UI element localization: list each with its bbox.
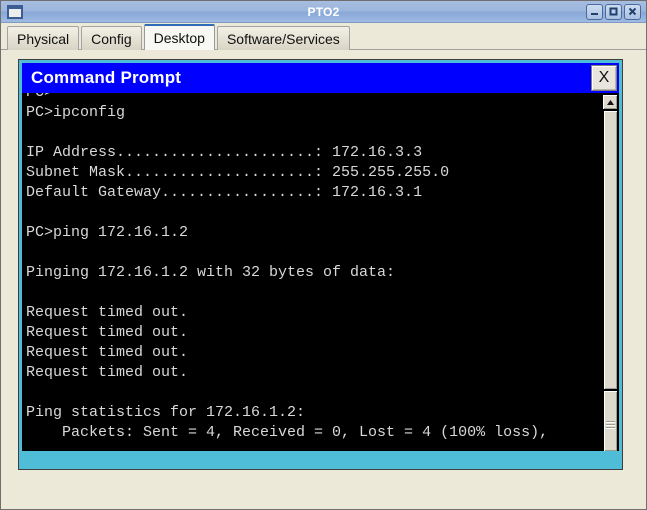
command-prompt-body: PC>PC>ipconfig IP Address................… <box>22 93 619 451</box>
application-window: PTO2 Physical Config Desktop Software/Se… <box>0 0 647 510</box>
tab-desktop-label: Desktop <box>153 30 205 46</box>
terminal-line: Default Gateway.................: 172.16… <box>26 184 423 201</box>
tab-strip: Physical Config Desktop Software/Service… <box>1 23 646 50</box>
minimize-icon <box>591 13 598 15</box>
close-x-label: X <box>598 69 610 86</box>
scrollbar-track-upper[interactable] <box>603 110 618 390</box>
tab-software-services-label: Software/Services <box>226 30 340 47</box>
title-bar: PTO2 <box>1 1 646 23</box>
terminal-output[interactable]: PC>PC>ipconfig IP Address................… <box>22 93 602 441</box>
tab-desktop[interactable]: Desktop <box>143 24 215 50</box>
command-prompt-close-button[interactable]: X <box>591 65 617 91</box>
tab-physical[interactable]: Physical <box>7 26 80 50</box>
command-prompt-window: Command Prompt X PC>PC>ipconfig IP Addres… <box>18 59 623 470</box>
terminal-line: PC>ipconfig <box>26 104 126 121</box>
close-button[interactable] <box>624 3 641 20</box>
scroll-up-button[interactable] <box>602 94 618 110</box>
scrollbar-thumb[interactable] <box>603 390 618 451</box>
scrollbar-track[interactable] <box>602 110 618 451</box>
terminal-line: Request timed out. <box>26 324 189 341</box>
maximize-button[interactable] <box>605 3 622 20</box>
tab-config[interactable]: Config <box>81 26 142 50</box>
close-icon <box>628 7 637 16</box>
terminal-line: PC>ping 172.16.1.2 <box>26 224 189 241</box>
command-prompt-titlebar: Command Prompt X <box>22 63 619 93</box>
terminal-line: Ping statistics for 172.16.1.2: <box>26 404 306 421</box>
minimize-button[interactable] <box>586 3 603 20</box>
window-title: PTO2 <box>307 4 340 19</box>
terminal-line: Pinging 172.16.1.2 with 32 bytes of data… <box>26 264 396 281</box>
terminal-line: Request timed out. <box>26 344 189 361</box>
maximize-icon <box>609 7 618 16</box>
desktop-panel: Command Prompt X PC>PC>ipconfig IP Addres… <box>1 50 646 509</box>
terminal-line: Packets: Sent = 4, Received = 0, Lost = … <box>26 424 549 441</box>
terminal-line: IP Address......................: 172.16… <box>26 144 423 161</box>
terminal-scrollbar[interactable] <box>602 93 619 451</box>
tab-physical-label: Physical <box>17 30 70 47</box>
command-prompt-title: Command Prompt <box>31 68 182 87</box>
window-controls <box>586 3 641 20</box>
terminal-line: Request timed out. <box>26 304 189 321</box>
window-icon <box>7 4 23 19</box>
scrollbar-grip-icon <box>606 420 615 422</box>
terminal-line: Subnet Mask.....................: 255.25… <box>26 164 450 181</box>
tab-software-services[interactable]: Software/Services <box>216 26 350 50</box>
scroll-up-icon <box>606 99 614 105</box>
tab-config-label: Config <box>91 30 132 47</box>
terminal-line: PC> <box>26 93 602 103</box>
terminal-line: Request timed out. <box>26 364 189 381</box>
